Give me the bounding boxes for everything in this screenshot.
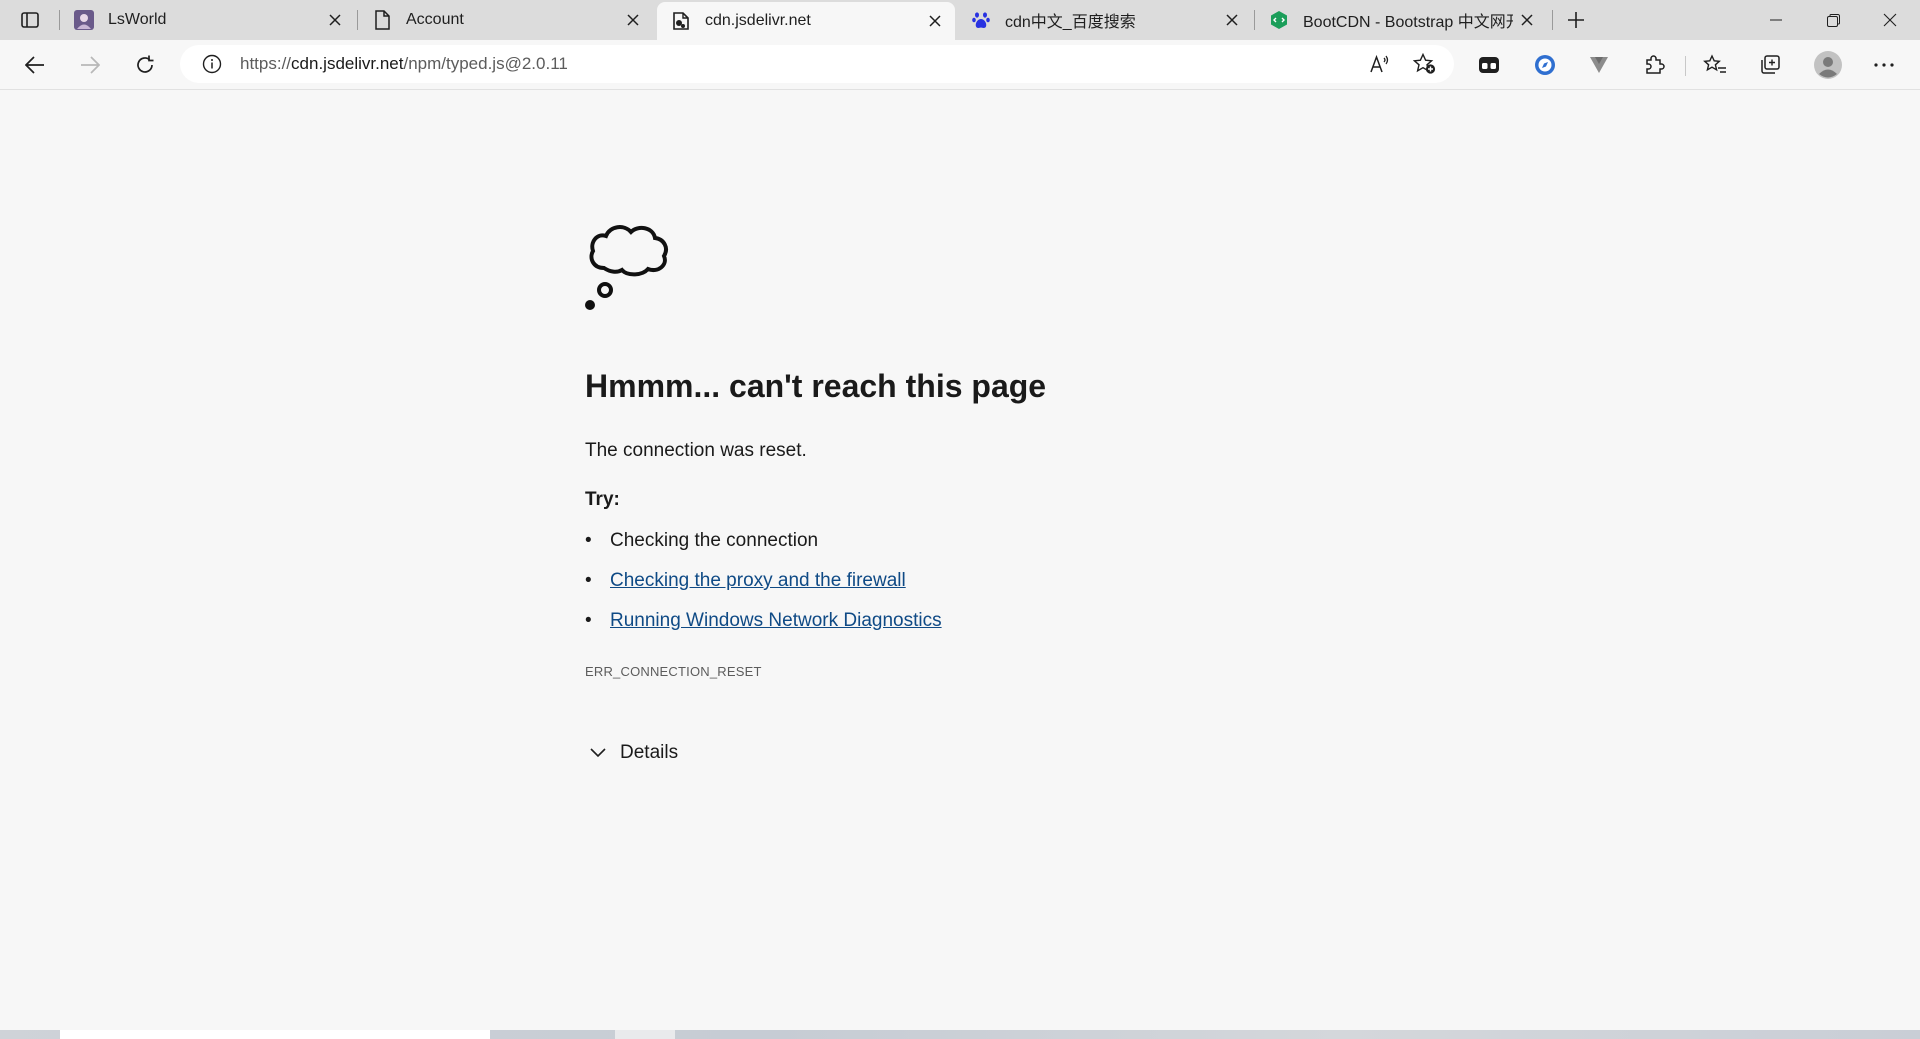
new-tab-button[interactable] [1560,4,1592,36]
error-code: ERR_CONNECTION_RESET [585,664,762,679]
suggestion-item: • Running Windows Network Diagnostics [585,610,942,632]
restore-button[interactable] [1805,0,1861,40]
tab-title: LsWorld [108,11,167,28]
close-icon [1226,14,1238,26]
proxy-firewall-link[interactable]: Checking the proxy and the firewall [610,570,906,592]
details-button[interactable]: Details [586,738,678,768]
avatar-favicon [74,10,94,30]
settings-menu-button[interactable] [1868,49,1900,81]
url-path: /npm/typed.js@2.0.11 [403,54,568,73]
close-icon [329,14,341,26]
add-favorite-icon[interactable] [1409,48,1441,80]
close-icon [929,15,941,27]
extension-mask-icon [1479,57,1499,73]
collections-button[interactable] [1754,49,1786,81]
collections-icon [1761,55,1780,74]
url-text[interactable]: https://cdn.jsdelivr.net/npm/typed.js@2.… [240,54,568,74]
close-icon [627,14,639,26]
forward-button[interactable] [74,49,106,81]
profile-button[interactable] [1812,49,1844,81]
minimize-icon [1770,19,1782,21]
tab-baidu-search[interactable]: cdn中文_百度搜索 [957,0,1252,40]
page-icon [372,10,392,30]
thought-cloud-icon [585,225,668,310]
favorites-list-icon [1703,54,1726,73]
try-label: Try: [585,489,620,510]
toolbar: https://cdn.jsdelivr.net/npm/typed.js@2.… [0,40,1920,90]
tab-close-button[interactable] [1513,6,1541,34]
url-host: cdn.jsdelivr.net [291,54,404,73]
read-aloud-icon[interactable] [1364,48,1396,80]
toolbar-divider [1685,56,1686,76]
bootcdn-icon [1269,10,1289,30]
tab-close-button[interactable] [1218,6,1246,34]
bullet: • [585,530,592,551]
tab-separator [1552,10,1553,30]
favorites-button[interactable] [1699,49,1731,81]
extension-button[interactable] [1583,49,1615,81]
refresh-button[interactable] [129,49,161,81]
details-label: Details [620,742,679,763]
extension-button[interactable] [1473,49,1505,81]
error-description: The connection was reset. [585,440,807,461]
plus-icon [1568,12,1584,28]
refresh-icon [137,55,154,73]
address-bar[interactable]: https://cdn.jsdelivr.net/npm/typed.js@2.… [180,45,1454,83]
restore-icon [1826,13,1840,27]
close-icon [1883,13,1897,27]
close-window-button[interactable] [1862,0,1918,40]
extensions-button[interactable] [1638,49,1670,81]
broken-page-icon [671,11,691,31]
taskbar-item[interactable] [615,1030,675,1039]
site-info-icon[interactable] [200,52,224,76]
more-dots-icon [1874,63,1894,67]
bullet: • [585,610,592,631]
tab-close-button[interactable] [321,6,349,34]
tab-close-button[interactable] [619,6,647,34]
tab-strip: LsWorld Account cdn.jsdelivr.net cdn中文_百… [0,0,1920,40]
minimize-button[interactable] [1748,0,1804,40]
suggestion-item: • Checking the connection [585,530,818,552]
suggestion-item: • Checking the proxy and the firewall [585,570,906,592]
bullet: • [585,570,592,591]
avatar [1814,51,1842,79]
url-prefix: https:// [240,54,292,73]
baidu-paw-icon [971,10,991,30]
back-arrow-icon [25,56,44,74]
tab-actions-icon [21,12,39,28]
tab-lsworld[interactable]: LsWorld [60,0,355,40]
tab-title: cdn中文_百度搜索 [1005,14,1136,31]
tab-actions-button[interactable] [14,8,46,32]
tab-title: BootCDN - Bootstrap 中文网开源 [1303,14,1513,31]
tab-cdn-jsdelivr[interactable]: cdn.jsdelivr.net [657,2,955,40]
suggestion-text: Checking the connection [610,530,819,551]
chevron-down-icon [586,741,610,765]
compass-extension-icon [1535,55,1555,75]
puzzle-icon [1646,55,1665,74]
tab-title: cdn.jsdelivr.net [705,12,811,29]
tab-title: Account [406,11,464,28]
network-diagnostics-link[interactable]: Running Windows Network Diagnostics [610,610,942,632]
error-heading: Hmmm... can't reach this page [585,368,1047,404]
funnel-extension-icon [1590,57,1608,73]
tab-bootcdn[interactable]: BootCDN - Bootstrap 中文网开源 [1255,0,1547,40]
extension-button[interactable] [1529,49,1561,81]
taskbar-item[interactable] [60,1030,490,1039]
forward-arrow-icon [81,56,100,74]
close-icon [1521,14,1533,26]
tab-close-button[interactable] [921,7,949,35]
back-button[interactable] [19,49,51,81]
tab-account[interactable]: Account [358,0,653,40]
